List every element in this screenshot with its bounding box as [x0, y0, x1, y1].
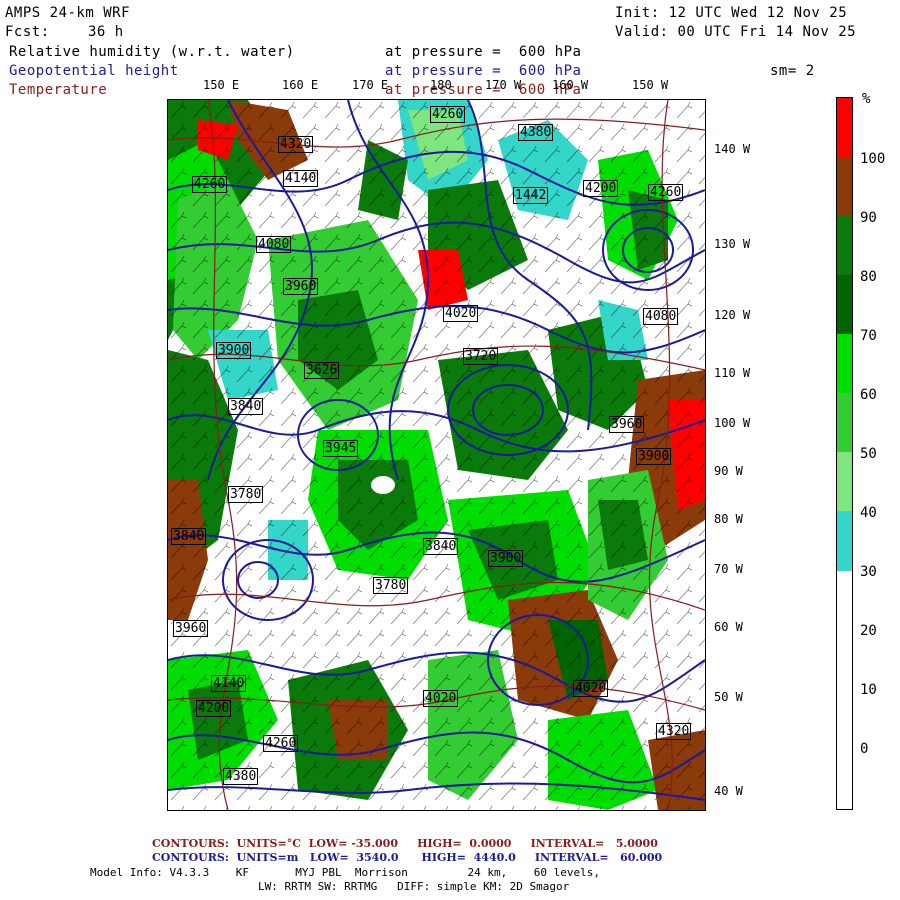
height-label: 4380 [223, 768, 259, 785]
field-rh-level: at pressure = 600 hPa [385, 44, 582, 60]
lat-label: 40 W [714, 784, 743, 798]
height-label: 4140 [283, 170, 319, 187]
colorbar-label: 20 [860, 623, 877, 639]
temp-contour-info: CONTOURS: UNITS=°C LOW= -35.000 HIGH= 0.… [152, 837, 658, 850]
lat-label: 100 W [714, 416, 751, 430]
colorbar-label: 10 [860, 682, 877, 698]
height-label: 4080 [643, 308, 679, 325]
height-label: 3780 [228, 486, 264, 503]
forecast-map: 4260 4320 4380 4260 4200 4140 4080 4020 … [167, 99, 706, 811]
colorbar-label: 30 [860, 564, 877, 580]
colorbar-segment [837, 216, 852, 275]
height-label: 3945 [323, 440, 359, 457]
colorbar-unit: % [862, 91, 871, 107]
height-label: 4140 [211, 675, 247, 692]
colorbar-segment [837, 393, 852, 452]
lat-label: 60 W [714, 620, 743, 634]
height-label: 4020 [573, 680, 609, 697]
field-rh-name: Relative humidity (w.r.t. water) [9, 44, 295, 60]
lon-label: 170 E [352, 78, 389, 92]
lat-label: 130 W [714, 237, 751, 251]
colorbar-segment [837, 571, 852, 809]
height-label: 4020 [443, 305, 479, 322]
lon-label: 160 E [282, 78, 319, 92]
height-label: 4260 [648, 184, 684, 201]
height-label: 4200 [196, 700, 232, 717]
height-contour-info: CONTOURS: UNITS=m LOW= 3540.0 HIGH= 4440… [152, 851, 663, 864]
humidity-colorbar [836, 97, 853, 810]
valid-time: Valid: 00 UTC Fri 14 Nov 25 [615, 24, 857, 40]
colorbar-label: 80 [860, 269, 877, 285]
height-label: 4380 [518, 124, 554, 141]
lat-label: 110 W [714, 366, 751, 380]
lon-label: 170 W [485, 78, 522, 92]
model-info: Model Info: V4.3.3 KF MYJ PBL Morrison 2… [90, 866, 600, 879]
colorbar-segment [837, 98, 852, 157]
lat-label: 140 W [714, 142, 751, 156]
height-label: 3900 [216, 342, 252, 359]
lon-label: 160 W [552, 78, 589, 92]
height-label: 3960 [609, 416, 645, 433]
colorbar-segment [837, 334, 852, 393]
height-label: 4260 [430, 106, 466, 123]
height-label: 3900 [488, 550, 524, 567]
height-label: 3900 [636, 448, 672, 465]
forecast-label: Fcst: [5, 24, 50, 40]
height-label: 4320 [278, 136, 314, 153]
colorbar-label: 70 [860, 328, 877, 344]
colorbar-label: 60 [860, 387, 877, 403]
height-label: 4320 [656, 723, 692, 740]
forecast-hour: 36 h [88, 24, 124, 40]
height-label: 4080 [256, 236, 292, 253]
colorbar-segment [837, 157, 852, 216]
colorbar-segment [837, 511, 852, 571]
lat-label: 70 W [714, 562, 743, 576]
colorbar-segment [837, 452, 852, 511]
lon-label: 180 [430, 78, 452, 92]
physics-info: LW: RRTM SW: RRTMG DIFF: simple KM: 2D S… [258, 880, 570, 893]
colorbar-label: 40 [860, 505, 877, 521]
height-label: 3720 [463, 348, 499, 365]
height-label: 3840 [171, 528, 207, 545]
height-label: 3780 [373, 577, 409, 594]
model-title: AMPS 24-km WRF [5, 5, 131, 21]
lat-label: 50 W [714, 690, 743, 704]
height-label: 3840 [423, 538, 459, 555]
lon-label: 150 W [632, 78, 669, 92]
colorbar-label: 0 [860, 741, 869, 757]
field-temp-name: Temperature [9, 82, 108, 98]
lon-label: 150 E [203, 78, 240, 92]
height-label: 3960 [173, 620, 209, 637]
init-time: Init: 12 UTC Wed 12 Nov 25 [615, 5, 848, 21]
field-height-name: Geopotential height [9, 63, 179, 79]
colorbar-label: 90 [860, 210, 877, 226]
height-label: 3840 [228, 398, 264, 415]
height-label: 3960 [283, 278, 319, 295]
lat-label: 120 W [714, 308, 751, 322]
height-label: 4260 [192, 176, 228, 193]
height-label: 4020 [423, 690, 459, 707]
ice-patch [371, 476, 395, 494]
colorbar-segment [837, 275, 852, 334]
colorbar-label: 100 [860, 151, 886, 167]
lat-label: 90 W [714, 464, 743, 478]
colorbar-label: 50 [860, 446, 877, 462]
lat-label: 80 W [714, 512, 743, 526]
height-label: 3626 [304, 362, 340, 379]
height-label: 4200 [583, 180, 619, 197]
smoothing-label: sm= 2 [770, 63, 815, 79]
height-label: 1442 [513, 187, 549, 204]
height-label: 4260 [263, 735, 299, 752]
